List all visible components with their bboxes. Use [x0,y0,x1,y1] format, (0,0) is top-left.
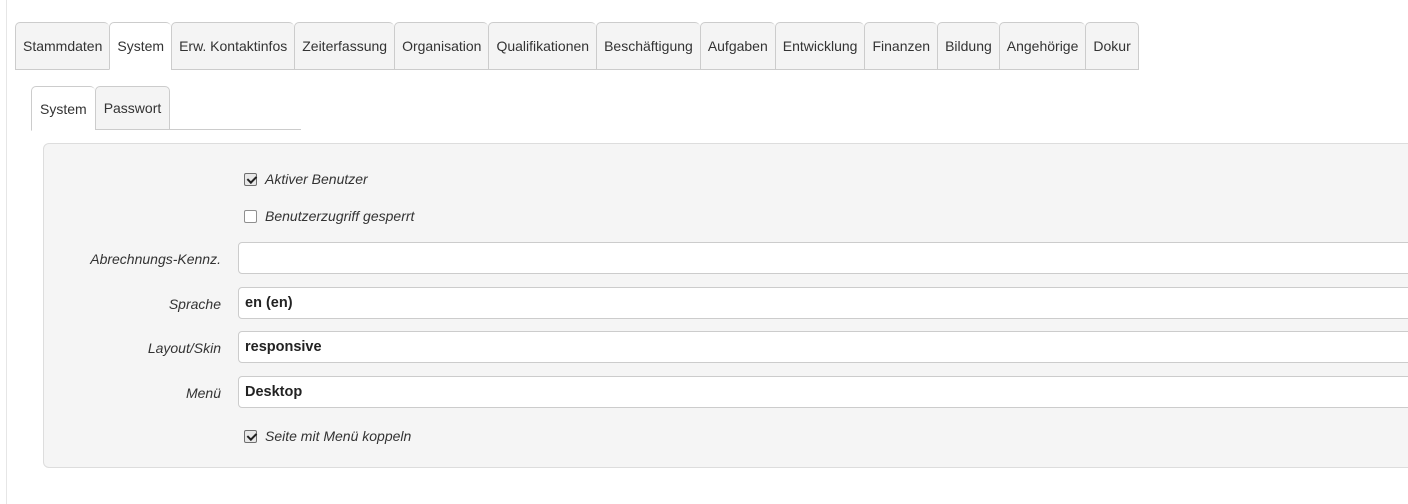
access-locked-row: Benutzerzugriff gesperrt [244,208,414,224]
tab-finanzen[interactable]: Finanzen [864,22,938,70]
link-menu-label: Seite mit Menü koppeln [265,428,412,444]
layout-skin-label: Layout/Skin [147,340,221,356]
tab-erw-kontaktinfos[interactable]: Erw. Kontaktinfos [171,22,295,70]
link-menu-row: Seite mit Menü koppeln [244,428,411,444]
tab-organisation[interactable]: Organisation [394,22,489,70]
tab-system[interactable]: System [109,22,172,70]
tab-stammdaten[interactable]: Stammdaten [15,22,110,70]
tab-aufgaben[interactable]: Aufgaben [699,22,775,70]
active-user-checkbox[interactable] [244,172,257,186]
active-user-label: Aktiver Benutzer [265,171,368,187]
tab-angehoerige[interactable]: Angehörige [998,22,1086,70]
active-user-row: Aktiver Benutzer [244,171,368,187]
billing-code-label: Abrechnungs-Kennz. [90,251,221,267]
access-locked-label: Benutzerzugriff gesperrt [265,208,415,224]
language-select[interactable]: en (en) [238,287,1408,319]
access-locked-checkbox[interactable] [244,209,257,223]
main-tab-bar: Stammdaten System Erw. Kontaktinfos Zeit… [15,22,1408,70]
language-label: Sprache [168,296,221,312]
layout-skin-select[interactable]: responsive [238,331,1408,363]
tab-zeiterfassung[interactable]: Zeiterfassung [294,22,395,70]
tab-qualifikationen[interactable]: Qualifikationen [488,22,597,70]
left-border [6,0,7,504]
tab-entwicklung[interactable]: Entwicklung [774,22,865,70]
tab-beschaeftigung[interactable]: Beschäftigung [596,22,700,70]
billing-code-input[interactable] [238,242,1408,274]
link-menu-checkbox[interactable] [244,429,257,443]
tab-dokumente[interactable]: Dokur [1085,22,1139,70]
menu-select[interactable]: Desktop [238,376,1408,408]
subtab-system[interactable]: System [31,86,95,131]
sub-tab-bar: System Passwort [31,86,301,131]
tab-bildung[interactable]: Bildung [937,22,999,70]
menu-label: Menü [185,385,221,401]
subtab-passwort[interactable]: Passwort [94,86,171,130]
